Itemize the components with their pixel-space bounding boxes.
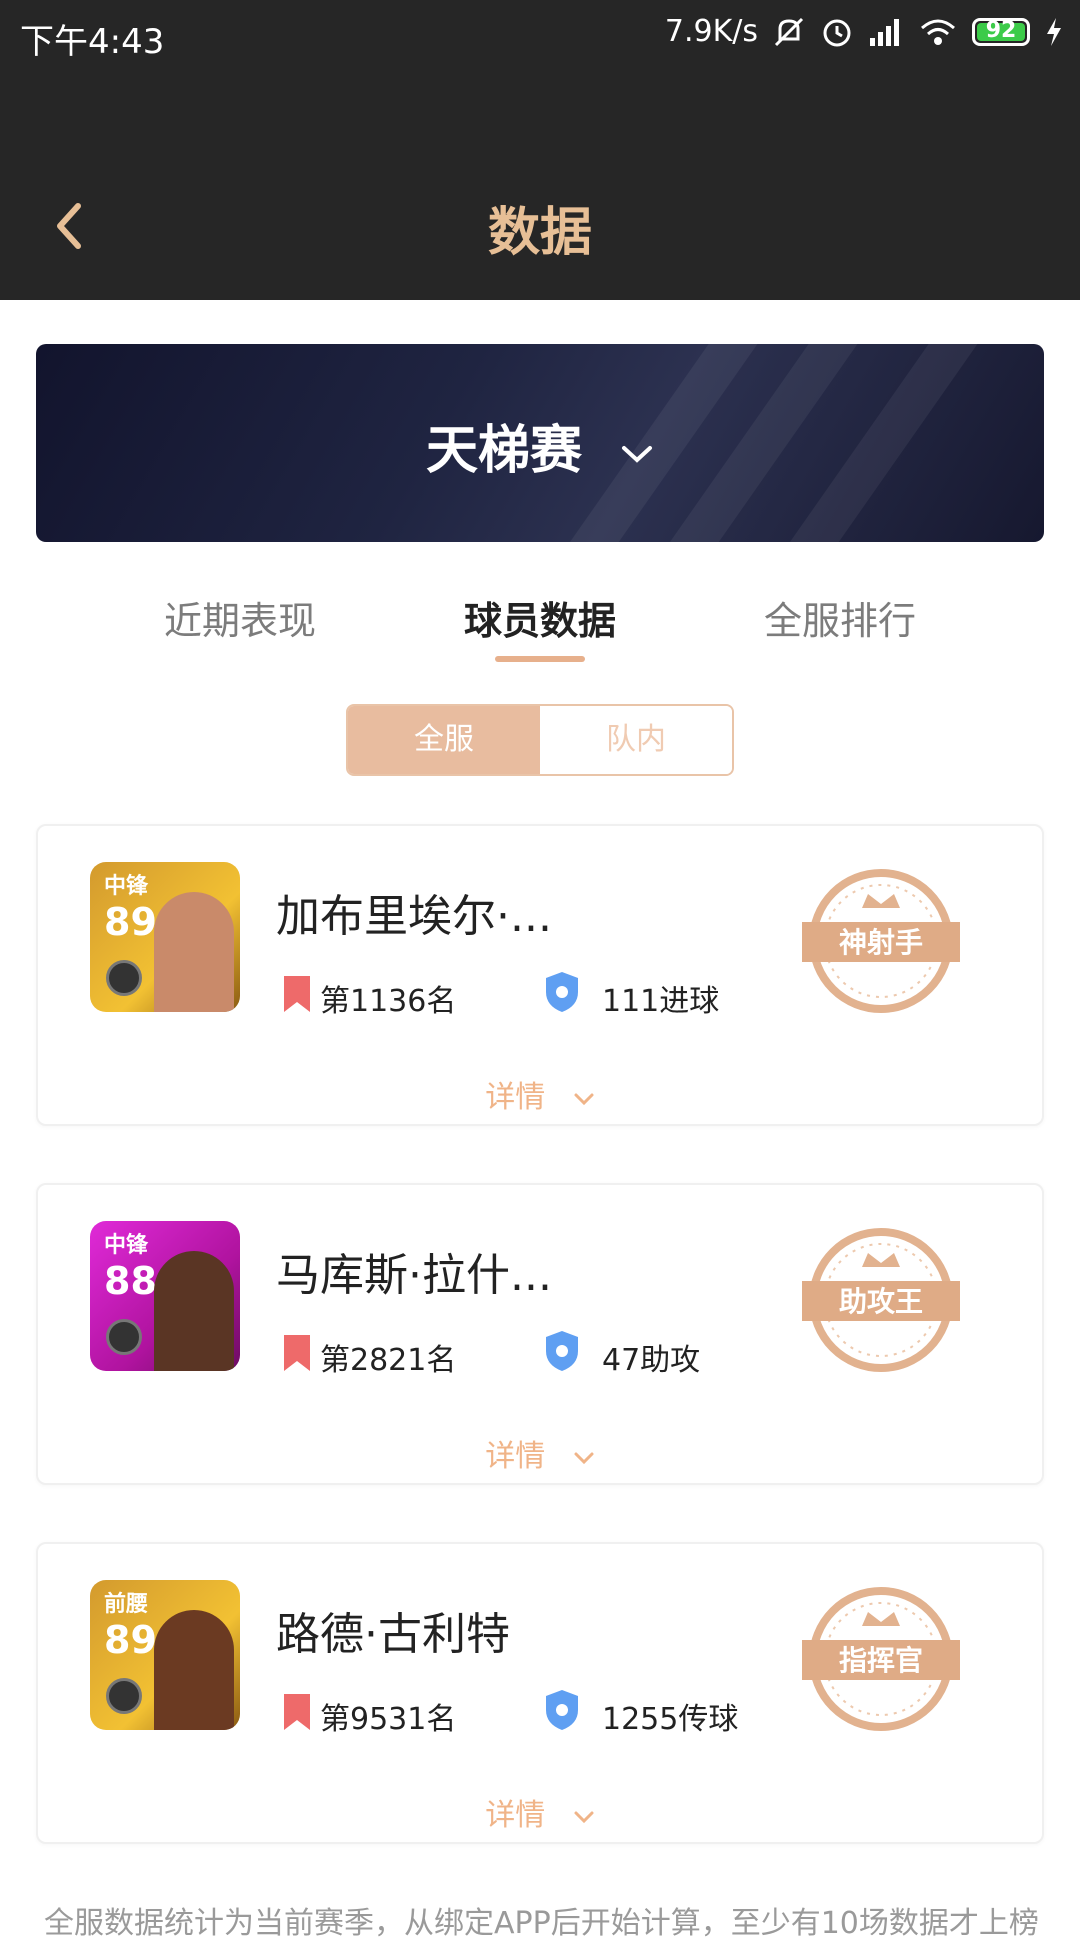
player-name: 路德·古利特 (276, 1609, 510, 1660)
status-icons: 7.9K/s 92 (665, 14, 1064, 49)
chevron-down-icon (574, 1811, 594, 1823)
player-card: 中锋 89 加布里埃尔·... 第1136名 111进球 神射手 详情 (36, 824, 1044, 1126)
wifi-icon (921, 19, 955, 45)
player-position: 前腰 (104, 1592, 149, 1617)
club-icon (106, 960, 142, 996)
signal-icon (870, 18, 899, 46)
details-toggle[interactable]: 详情 (38, 1439, 1042, 1479)
details-label: 详情 (485, 1080, 546, 1115)
mode-banner[interactable]: 天梯赛 (36, 344, 1044, 542)
battery-icon: 92 (972, 17, 1030, 46)
badge-label: 指挥官 (839, 1644, 923, 1677)
sharpshooter-badge-icon: 神射手 (802, 869, 960, 1013)
player-rating: 89 (104, 1618, 157, 1662)
details-label: 详情 (485, 1439, 546, 1474)
charging-icon (1047, 17, 1061, 46)
tab-underline (495, 656, 585, 662)
badge-label: 助攻王 (839, 1285, 923, 1318)
player-face (154, 1251, 234, 1371)
player-rank: 第1136名 (320, 984, 457, 1019)
player-avatar: 前腰 89 (90, 1580, 240, 1730)
player-face (154, 1610, 234, 1730)
page-title: 数据 (487, 203, 592, 263)
chevron-down-icon (574, 1452, 594, 1464)
mode-selector[interactable]: 天梯赛 (36, 408, 1044, 483)
player-card: 中锋 88 马库斯·拉什... 第2821名 47助攻 助攻王 详情 (36, 1183, 1044, 1485)
player-rank: 第9531名 (320, 1702, 457, 1737)
segment-all-server[interactable]: 全服 (348, 706, 540, 774)
scope-segment: 全服 队内 (346, 704, 734, 776)
shield-icon (546, 1331, 578, 1371)
battery-level: 92 (985, 17, 1017, 43)
chevron-down-icon (574, 1093, 594, 1105)
player-stat: 1255传球 (602, 1702, 739, 1737)
club-icon (106, 1319, 142, 1355)
player-position: 中锋 (104, 1233, 149, 1258)
player-card: 前腰 89 路德·古利特 第9531名 1255传球 指挥官 详情 (36, 1542, 1044, 1844)
player-rating: 89 (104, 900, 157, 944)
tab-bar: 近期表现 球员数据 全服排行 (0, 590, 1080, 670)
tab-recent[interactable]: 近期表现 (120, 590, 360, 645)
player-position: 中锋 (104, 874, 149, 899)
chevron-down-icon (622, 446, 653, 463)
status-bar: 下午4:43 7.9K/s 92 (0, 0, 1080, 72)
status-time: 下午4:43 (20, 22, 165, 62)
mode-title: 天梯赛 (425, 421, 582, 481)
bookmark-icon (284, 1694, 310, 1730)
mute-icon (774, 17, 804, 46)
alarm-icon (823, 19, 851, 46)
player-rank: 第2821名 (320, 1343, 457, 1378)
tab-player-data[interactable]: 球员数据 (420, 590, 660, 645)
player-rating: 88 (104, 1259, 157, 1303)
badge-label: 神射手 (839, 926, 923, 959)
player-stat: 111进球 (602, 984, 720, 1019)
player-name: 加布里埃尔·... (276, 891, 552, 942)
details-label: 详情 (485, 1798, 546, 1833)
shield-icon (546, 972, 578, 1012)
top-bar: 下午4:43 7.9K/s 92 数据 (0, 0, 1080, 300)
footnote: 全服数据统计为当前赛季，从绑定APP后开始计算，至少有10场数据才上榜 (44, 1906, 1039, 1941)
player-name: 马库斯·拉什... (276, 1250, 552, 1301)
bookmark-icon (284, 1335, 310, 1371)
details-toggle[interactable]: 详情 (38, 1798, 1042, 1838)
details-toggle[interactable]: 详情 (38, 1080, 1042, 1120)
player-face (154, 892, 234, 1012)
segment-team[interactable]: 队内 (540, 706, 732, 774)
assist-king-badge-icon: 助攻王 (802, 1228, 960, 1372)
tab-ranking[interactable]: 全服排行 (720, 590, 960, 645)
network-speed: 7.9K/s (664, 14, 758, 49)
bookmark-icon (284, 976, 310, 1012)
player-avatar: 中锋 88 (90, 1221, 240, 1371)
nav-bar: 数据 (0, 150, 1080, 300)
club-icon (106, 1678, 142, 1714)
player-avatar: 中锋 89 (90, 862, 240, 1012)
player-stat: 47助攻 (602, 1343, 701, 1378)
commander-badge-icon: 指挥官 (802, 1587, 960, 1731)
shield-icon (546, 1690, 578, 1730)
